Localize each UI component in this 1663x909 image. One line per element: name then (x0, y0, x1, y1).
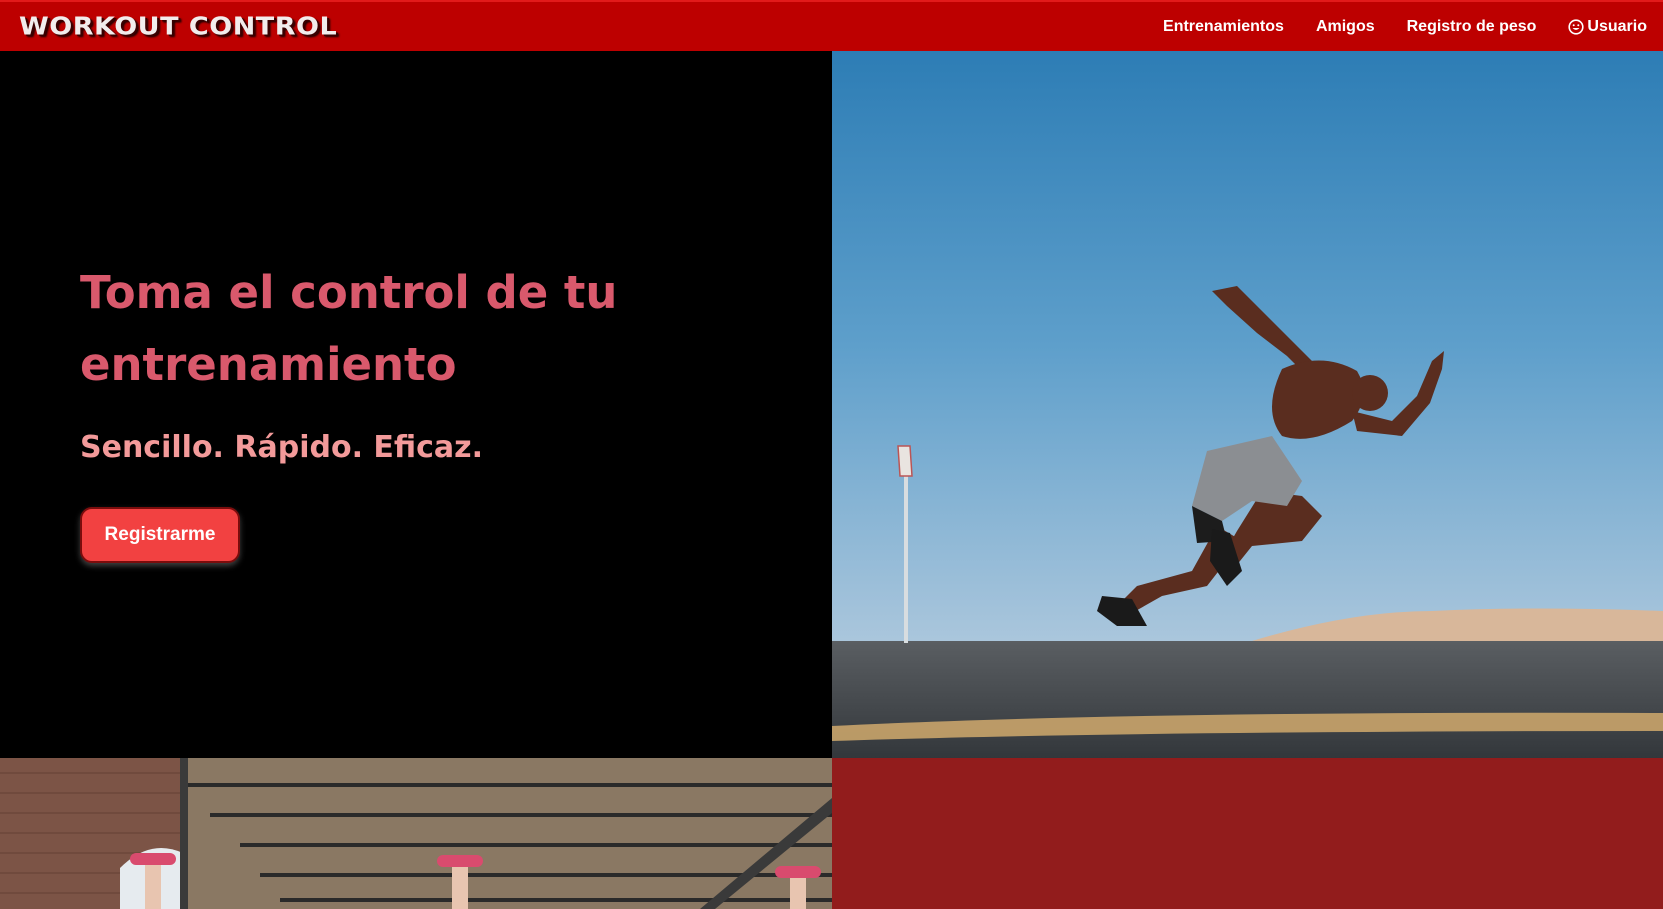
nav-link-amigos[interactable]: Amigos (1316, 18, 1375, 36)
register-button[interactable]: Registrarme (80, 507, 240, 563)
bottom-red-panel (832, 758, 1663, 909)
hero-subtitle: Sencillo. Rápido. Eficaz. (80, 430, 484, 465)
nav-links: Entrenamientos Amigos Registro de peso U… (1131, 18, 1647, 36)
nav-link-entrenamientos[interactable]: Entrenamientos (1163, 18, 1284, 36)
smiley-icon (1568, 18, 1585, 35)
user-menu-label: Usuario (1587, 17, 1647, 35)
user-menu[interactable]: Usuario (1568, 18, 1647, 36)
dumbbell-workout-image (0, 758, 832, 909)
hero-sprinter-image (832, 51, 1663, 758)
hero-text-panel: Toma el control de tu entrenamiento Senc… (0, 51, 832, 758)
nav-link-registro-de-peso[interactable]: Registro de peso (1407, 18, 1537, 36)
brand-logo[interactable]: WORKOUT CONTROL (19, 12, 337, 41)
top-navbar: WORKOUT CONTROL Entrenamientos Amigos Re… (0, 0, 1663, 51)
hero-title: Toma el control de tu entrenamiento (80, 266, 618, 391)
